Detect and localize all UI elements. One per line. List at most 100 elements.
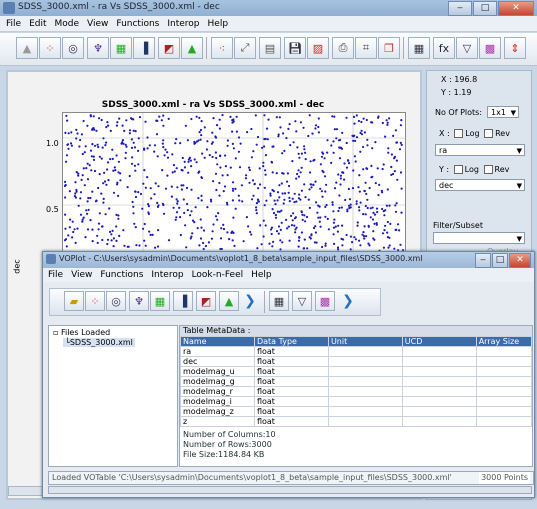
data-point: [211, 131, 214, 134]
grid-icon[interactable]: ▤: [259, 37, 281, 59]
x-column-select[interactable]: ra ▼: [435, 144, 525, 156]
metadata-row[interactable]: ra float: [180, 346, 533, 357]
metadata-column-header[interactable]: Unit: [327, 336, 403, 347]
menu-interop[interactable]: Interop: [167, 16, 199, 31]
data-point: [395, 159, 398, 162]
metadata-row[interactable]: modelmag_r float: [180, 386, 533, 397]
data-point: [83, 184, 86, 187]
metadata-row[interactable]: modelmag_i float: [180, 396, 533, 407]
open-folder-icon[interactable]: ▰: [64, 291, 84, 311]
crop-icon[interactable]: ⌗: [355, 37, 377, 59]
menu-view[interactable]: View: [87, 16, 108, 31]
data-point: [340, 237, 343, 240]
data-point: [384, 224, 387, 227]
metadata-column-header[interactable]: Name: [180, 336, 255, 347]
tree-root[interactable]: ▫ Files Loaded: [53, 328, 110, 337]
votable-maximize-button[interactable]: □: [492, 253, 508, 268]
cube-icon[interactable]: ◩: [196, 291, 216, 311]
x-rev-checkbox[interactable]: [484, 129, 494, 138]
globe-icon[interactable]: ◎: [62, 37, 84, 59]
cube-icon[interactable]: ◩: [158, 37, 180, 59]
tree-icon[interactable]: ▲: [219, 291, 239, 311]
menu-mode[interactable]: Mode: [55, 16, 80, 31]
contour-icon[interactable]: ♆: [129, 291, 149, 311]
metadata-row[interactable]: z float: [180, 416, 533, 427]
data-point: [294, 120, 297, 123]
metadata-row[interactable]: dec float: [180, 356, 533, 367]
range-icon[interactable]: ⇕: [504, 37, 526, 59]
vmenu-file[interactable]: File: [48, 268, 63, 282]
more-arrow-2-icon[interactable]: ❯: [338, 291, 358, 311]
tree-file-item[interactable]: └SDSS_3000.xml: [63, 338, 135, 347]
colormap-icon[interactable]: ▦: [150, 291, 170, 311]
table-icon[interactable]: ▦: [269, 291, 289, 311]
palette-icon[interactable]: ▩: [479, 37, 501, 59]
data-point: [337, 209, 340, 213]
menu-functions[interactable]: Functions: [116, 16, 159, 31]
data-point: [189, 237, 192, 240]
minimize-button[interactable]: ‒: [448, 1, 472, 16]
vmenu-help[interactable]: Help: [251, 268, 272, 282]
function-icon[interactable]: fx: [433, 37, 455, 59]
data-point: [311, 132, 314, 135]
data-point: [359, 201, 362, 204]
menu-help[interactable]: Help: [208, 16, 229, 31]
data-point: [89, 219, 92, 222]
triangle-plot-icon[interactable]: ▲: [16, 37, 38, 59]
more-arrow-icon[interactable]: ❯: [240, 291, 260, 311]
data-point: [244, 177, 247, 180]
metadata-column-header[interactable]: UCD: [401, 336, 477, 347]
colormap-icon[interactable]: ▦: [110, 37, 132, 59]
no-of-plots-select[interactable]: 1x1 ▼: [487, 106, 519, 118]
data-point: [313, 158, 316, 161]
votable-minimize-button[interactable]: ‒: [475, 253, 491, 268]
tree-icon[interactable]: ▲: [181, 37, 203, 59]
maximize-button[interactable]: □: [473, 1, 497, 16]
data-point: [174, 218, 177, 221]
data-point: [326, 151, 329, 154]
data-point: [317, 125, 320, 129]
vmenu-functions[interactable]: Functions: [100, 268, 143, 282]
metadata-column-header[interactable]: Array Size: [475, 336, 533, 347]
metadata-row[interactable]: modelmag_u float: [180, 366, 533, 377]
zoom-fit-icon[interactable]: ⤢: [234, 37, 256, 59]
filter-icon[interactable]: ▽: [292, 291, 312, 311]
x-log-checkbox[interactable]: [454, 129, 464, 138]
filter-icon[interactable]: ▽: [456, 37, 478, 59]
votable-close-button[interactable]: ✕: [509, 253, 531, 268]
metadata-row[interactable]: modelmag_g float: [180, 376, 533, 387]
scatter-icon[interactable]: ⁘: [39, 37, 61, 59]
globe-icon[interactable]: ◎: [106, 291, 126, 311]
votable-hscrollbar[interactable]: [48, 486, 532, 494]
scatter-icon[interactable]: ⁘: [85, 291, 105, 311]
menu-file[interactable]: File: [6, 16, 21, 31]
y-log-checkbox[interactable]: [453, 165, 463, 174]
data-point: [190, 188, 193, 191]
histogram-icon[interactable]: ▐: [173, 291, 193, 311]
y-rev-checkbox[interactable]: [483, 165, 493, 174]
vmenu-interop[interactable]: Interop: [151, 268, 183, 282]
y-column-select[interactable]: dec ▼: [435, 179, 525, 191]
link-points-icon[interactable]: ⁖: [211, 37, 233, 59]
layers-icon[interactable]: ❐: [378, 37, 400, 59]
filter-select[interactable]: ▼: [433, 232, 525, 244]
data-point: [211, 230, 214, 233]
close-button[interactable]: ✕: [498, 1, 534, 16]
vmenu-look-n-feel[interactable]: Look-n-Feel: [192, 268, 244, 282]
palette-icon[interactable]: ▩: [315, 291, 335, 311]
vmenu-view[interactable]: View: [71, 268, 92, 282]
menu-edit[interactable]: Edit: [29, 16, 46, 31]
contour-icon[interactable]: ♆: [87, 37, 109, 59]
data-point: [119, 172, 122, 175]
data-point: [67, 132, 70, 135]
table-icon[interactable]: ▦: [408, 37, 430, 59]
metadata-column-header[interactable]: Data Type: [253, 336, 329, 347]
pdf-icon[interactable]: ▨: [307, 37, 329, 59]
histogram-icon[interactable]: ▐: [133, 37, 155, 59]
print-icon[interactable]: ⎙: [332, 37, 354, 59]
save-icon[interactable]: 💾︎: [284, 37, 306, 59]
data-point: [352, 115, 356, 118]
scatter-plot-area[interactable]: [62, 112, 406, 254]
data-point: [153, 193, 156, 196]
metadata-row[interactable]: modelmag_z float: [180, 406, 533, 417]
